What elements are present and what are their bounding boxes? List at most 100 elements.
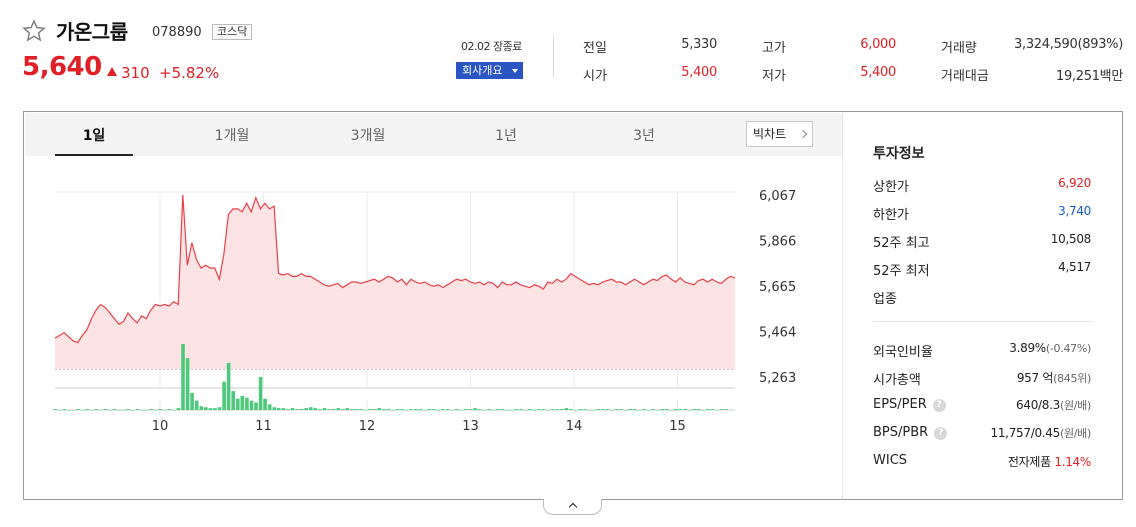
- volume-bar: [427, 409, 432, 410]
- y-tick-label: 5,866: [759, 235, 796, 250]
- x-tick-label: 15: [669, 419, 686, 434]
- foreign-ratio-value: 3.89%(-0.47%): [1009, 341, 1091, 355]
- tab-1year[interactable]: 1년: [466, 125, 546, 145]
- tab-3month[interactable]: 3개월: [328, 125, 408, 145]
- volume-bar: [190, 393, 194, 410]
- volume-bar: [637, 410, 642, 411]
- foreign-ratio-label: 외국인비율: [873, 345, 933, 360]
- volume-bar: [719, 409, 724, 410]
- volume-bar: [240, 395, 245, 410]
- volume-bar: [414, 409, 418, 410]
- volume-bar: [382, 409, 386, 410]
- volume-bar: [669, 410, 674, 411]
- volume-bar: [710, 409, 715, 410]
- volume-bar: [623, 410, 628, 411]
- eps-per-value: 640/8.3(원/배): [1016, 398, 1091, 412]
- volume-bar: [692, 409, 696, 410]
- volume-bar: [582, 409, 587, 410]
- bigchart-button[interactable]: 빅차트: [746, 121, 813, 147]
- volume-bar: [432, 409, 436, 410]
- volume-bar: [304, 408, 308, 410]
- volume-bar: [482, 410, 486, 411]
- volume-bar: [359, 409, 363, 410]
- volume-bar: [514, 409, 518, 410]
- volume-bar: [99, 410, 103, 411]
- volume-bar: [153, 410, 158, 411]
- upper-limit-value: 6,920: [1058, 176, 1091, 190]
- intraday-chart[interactable]: 6,067 5,866 5,665 5,464 5,263 10 11 12 13 14 15: [24, 156, 842, 456]
- volume-bar: [340, 409, 345, 410]
- help-icon[interactable]: ?: [932, 399, 946, 412]
- low-52w-label: 52주 최저: [873, 264, 930, 279]
- sector-label: 업종: [873, 292, 897, 307]
- trade-amount-label: 거래대금: [941, 69, 989, 84]
- volume-bar: [491, 410, 496, 411]
- tab-3year[interactable]: 3년: [604, 125, 684, 145]
- volume-bar: [683, 409, 687, 410]
- volume-bar: [204, 407, 208, 410]
- volume-bar: [701, 410, 706, 411]
- volume-bar: [336, 408, 340, 410]
- volume-bar: [473, 408, 477, 410]
- volume-bar: [660, 409, 664, 410]
- volume-bar: [377, 408, 381, 410]
- tab-1month[interactable]: 1개월: [192, 125, 272, 145]
- star-icon[interactable]: [22, 19, 46, 43]
- volume-bar: [313, 408, 318, 410]
- company-overview-button[interactable]: 회사개요: [456, 62, 523, 79]
- volume-bar: [496, 409, 500, 410]
- volume-bar: [591, 410, 596, 411]
- volume-bar: [117, 410, 121, 411]
- volume-bar: [108, 410, 112, 411]
- volume-bar: [258, 377, 263, 410]
- open-label: 시가: [583, 69, 607, 84]
- help-icon[interactable]: ?: [934, 427, 948, 440]
- volume-bar: [295, 409, 299, 410]
- volume-bar: [112, 409, 117, 410]
- wics-rate: 1.14%: [1054, 455, 1091, 469]
- volume-bar: [208, 408, 213, 410]
- volume-bar: [254, 402, 258, 410]
- volume-bar: [509, 410, 514, 411]
- volume-bar: [487, 409, 491, 410]
- volume-bar: [532, 410, 537, 411]
- high-label: 고가: [762, 41, 786, 56]
- volume-bar: [263, 398, 267, 410]
- lower-limit-value: 3,740: [1058, 204, 1091, 218]
- current-price: 5,640: [22, 52, 102, 82]
- volume-bar: [646, 410, 651, 411]
- volume-bar: [450, 410, 455, 411]
- volume-bar: [267, 404, 272, 410]
- volume-bar: [505, 410, 509, 411]
- stock-code: 078890: [152, 25, 202, 40]
- volume-bar: [245, 397, 249, 410]
- volume-bar: [372, 409, 377, 410]
- volume-bar: [546, 410, 550, 411]
- chevron-down-icon: [512, 69, 518, 73]
- volume-bar: [715, 410, 719, 411]
- volume-bar: [587, 410, 591, 411]
- collapse-toggle[interactable]: [543, 499, 602, 515]
- low-label: 저가: [762, 69, 786, 84]
- volume-bar: [564, 408, 569, 410]
- volume-bar: [523, 410, 528, 411]
- up-arrow-icon: [107, 67, 117, 76]
- volume-bar: [596, 409, 601, 410]
- volume-bar: [89, 410, 94, 411]
- volume-bar: [322, 408, 327, 410]
- price-change-rate: +5.82%: [159, 64, 220, 82]
- volume-bar: [62, 409, 67, 410]
- high-value: 6,000: [860, 37, 896, 52]
- tab-1day[interactable]: 1일: [54, 125, 134, 145]
- y-tick-label: 6,067: [759, 189, 796, 204]
- volume-bar: [272, 407, 277, 410]
- volume-bar: [80, 410, 85, 411]
- y-tick-label: 5,263: [759, 371, 796, 386]
- volume-bar: [309, 407, 313, 410]
- volume-bar: [299, 409, 304, 410]
- volume-bar: [404, 410, 409, 411]
- volume-bar: [610, 410, 614, 411]
- volume-bar: [696, 409, 701, 410]
- chevron-right-icon: [798, 129, 808, 139]
- volume-bar: [149, 409, 153, 410]
